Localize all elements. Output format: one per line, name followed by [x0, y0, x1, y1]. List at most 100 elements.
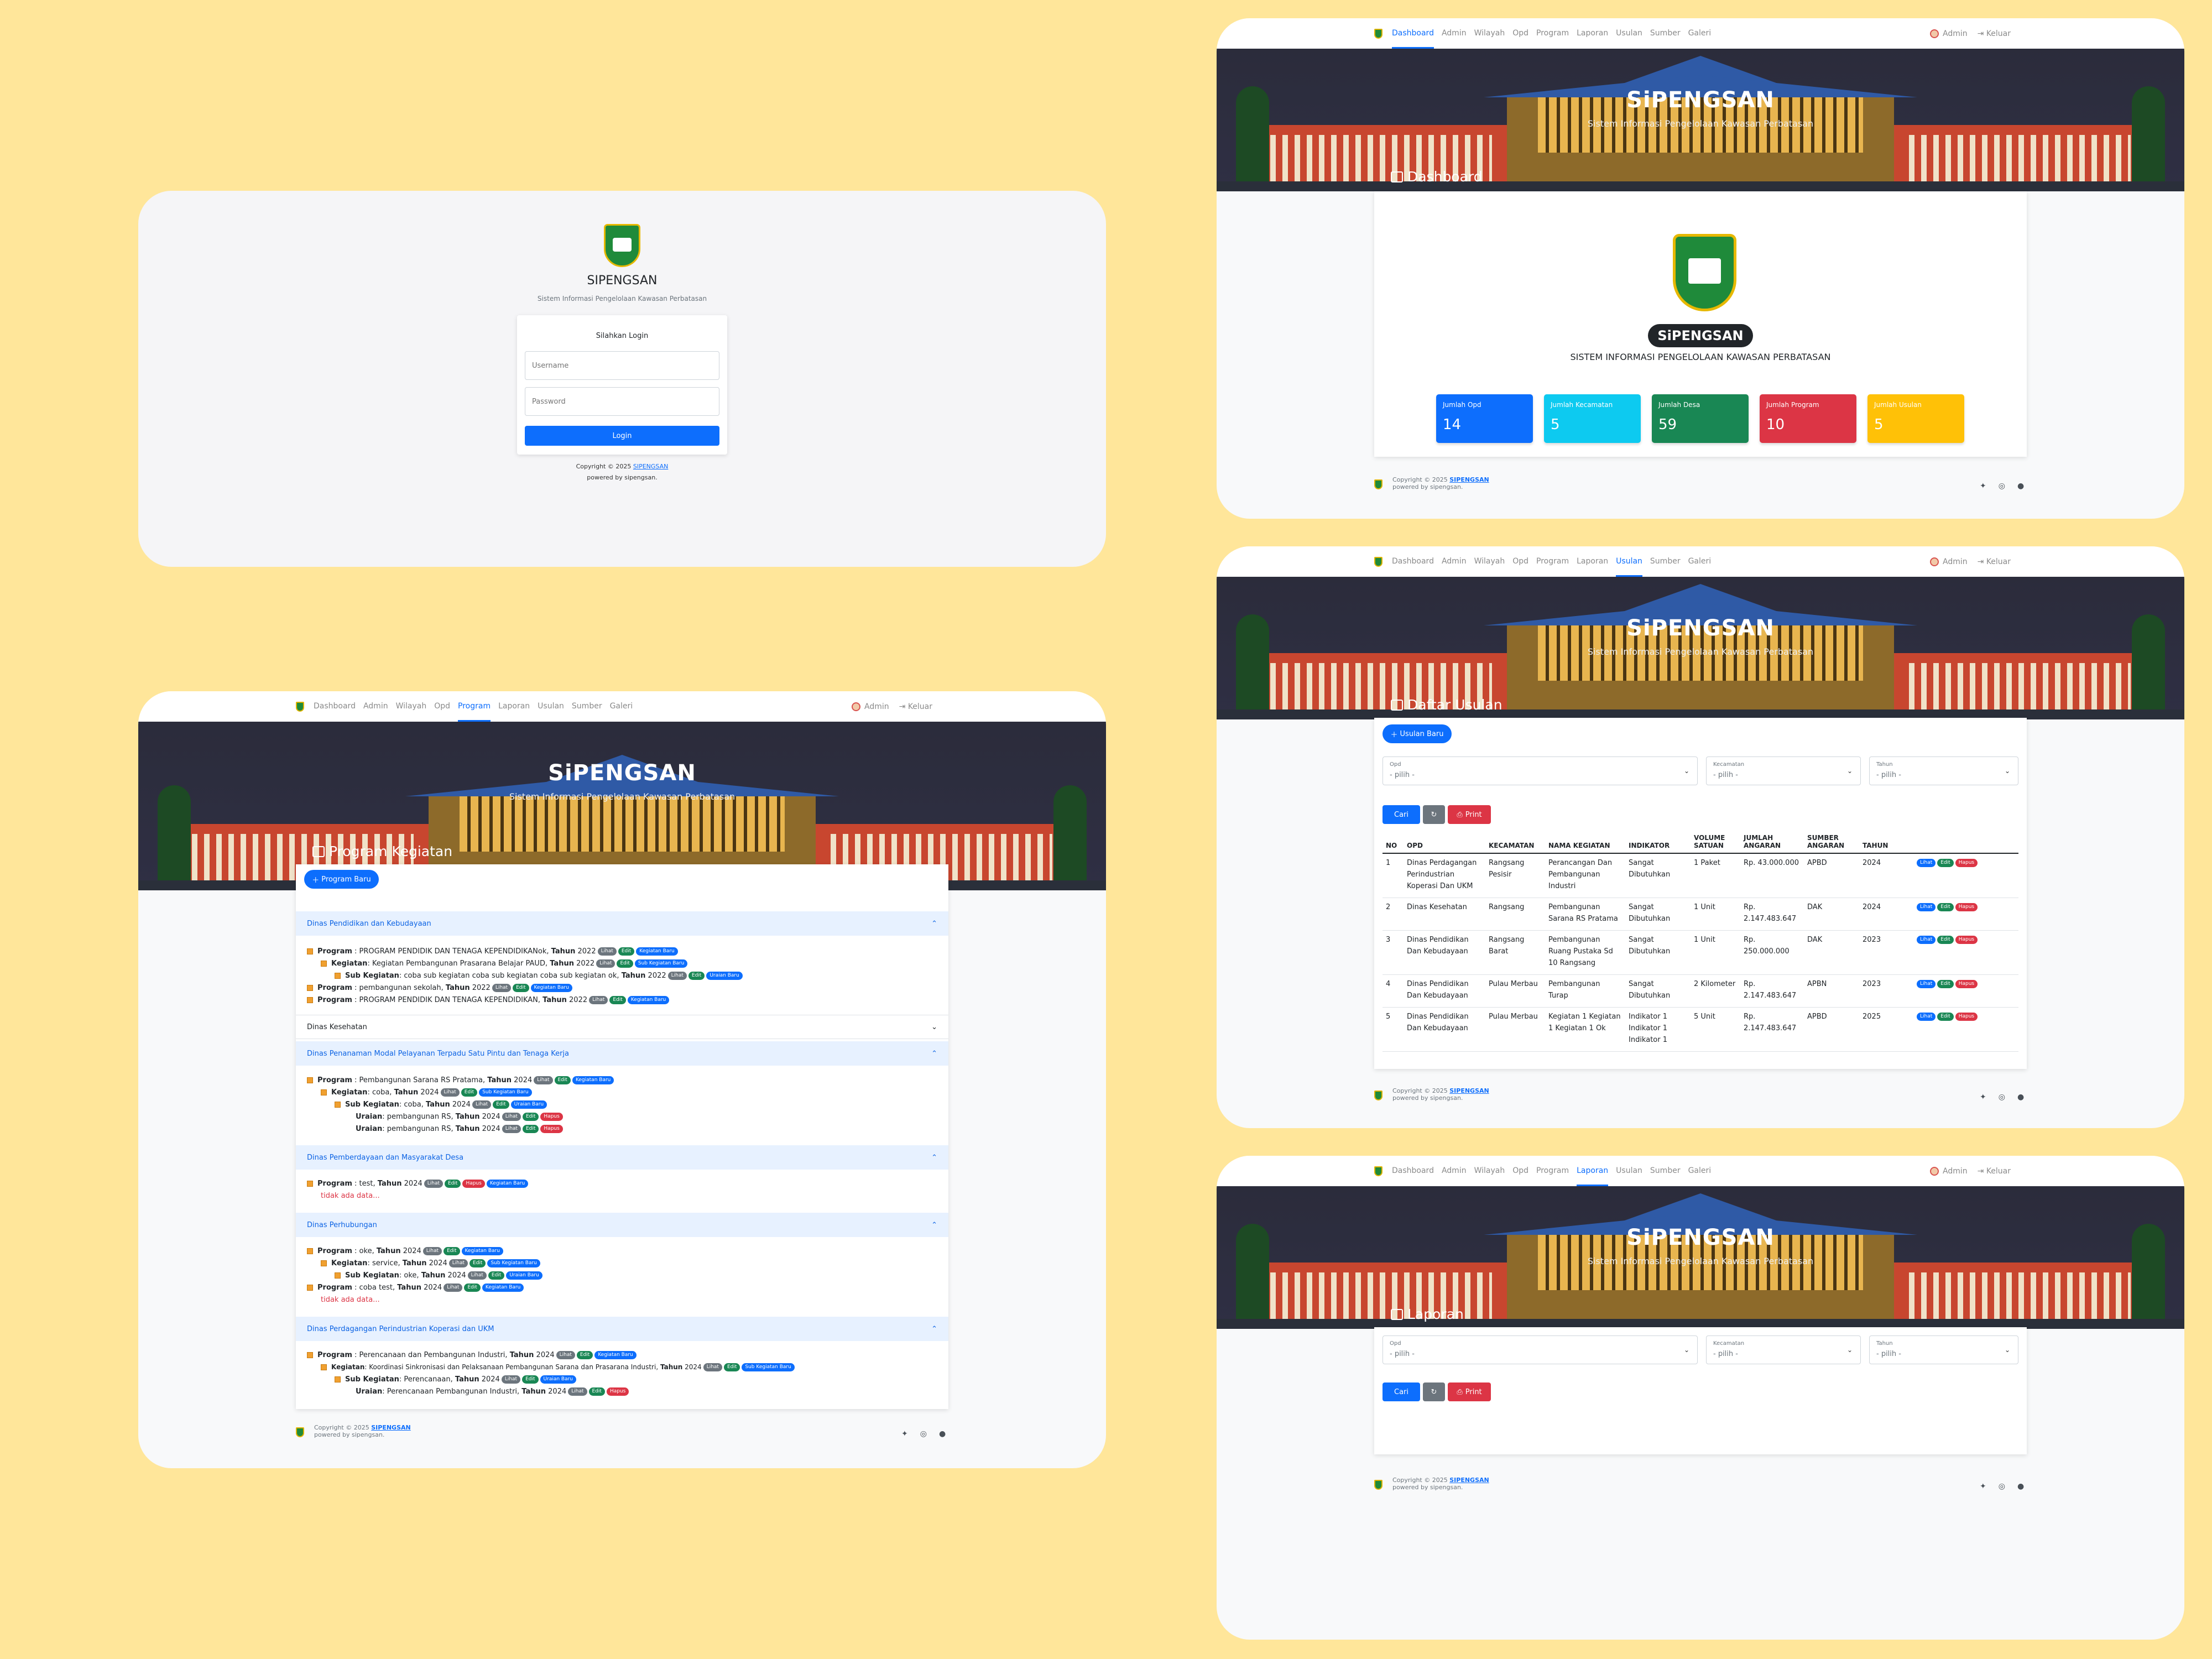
uraian-baru-button[interactable]: Uraian Baru — [706, 972, 743, 980]
nav-sumber[interactable]: Sumber — [1650, 1156, 1681, 1186]
hapus-button[interactable]: Hapus — [1955, 1013, 1978, 1021]
logout-link[interactable]: ⇥ Keluar — [899, 702, 932, 711]
footer-brand-link[interactable]: SIPENGSAN — [1449, 476, 1489, 483]
facebook-icon[interactable]: ● — [2017, 482, 2024, 491]
nav-laporan[interactable]: Laporan — [1577, 546, 1608, 577]
nav-logo[interactable] — [296, 701, 304, 712]
lihat-button[interactable]: Lihat — [1917, 980, 1936, 988]
password-input[interactable] — [525, 387, 719, 416]
nav-laporan[interactable]: Laporan — [1577, 1156, 1609, 1186]
nav-laporan[interactable]: Laporan — [498, 691, 530, 722]
stat-program[interactable]: Jumlah Program 10 — [1760, 394, 1856, 443]
edit-button[interactable]: Edit — [688, 972, 705, 980]
nav-wilayah[interactable]: Wilayah — [1474, 546, 1505, 577]
hapus-button[interactable]: Hapus — [606, 1387, 629, 1396]
user-menu[interactable]: Admin — [1943, 557, 1968, 566]
lihat-button[interactable]: Lihat — [467, 1271, 487, 1280]
minus-icon[interactable] — [335, 1376, 341, 1383]
lihat-button[interactable]: Lihat — [596, 959, 615, 968]
lihat-button[interactable]: Lihat — [472, 1100, 492, 1109]
nav-opd[interactable]: Opd — [434, 691, 450, 722]
minus-icon[interactable] — [307, 997, 313, 1003]
edit-button[interactable]: Edit — [1937, 980, 1954, 988]
edit-button[interactable]: Edit — [576, 1351, 593, 1359]
edit-button[interactable]: Edit — [461, 1088, 478, 1097]
lihat-button[interactable]: Lihat — [502, 1113, 521, 1121]
edit-button[interactable]: Edit — [1937, 903, 1954, 911]
twitter-icon[interactable]: ✦ — [1980, 1482, 1986, 1491]
nav-dashboard[interactable]: Dashboard — [1392, 1156, 1434, 1186]
kegiatan-baru-button[interactable]: Kegiatan Baru — [572, 1076, 614, 1084]
kegiatan-baru-button[interactable]: Kegiatan Baru — [636, 947, 678, 956]
kegiatan-baru-button[interactable]: Kegiatan Baru — [627, 996, 670, 1004]
lihat-button[interactable]: Lihat — [440, 1088, 460, 1097]
print-button[interactable]: ⎙ Print — [1448, 805, 1491, 824]
twitter-icon[interactable]: ✦ — [1980, 482, 1986, 491]
edit-button[interactable]: Edit — [618, 947, 635, 956]
minus-icon[interactable] — [307, 1285, 313, 1291]
stat-kecamatan[interactable]: Jumlah Kecamatan 5 — [1544, 394, 1641, 443]
lihat-button[interactable]: Lihat — [492, 984, 512, 992]
edit-button[interactable]: Edit — [588, 1387, 605, 1396]
nav-logo[interactable] — [1374, 556, 1383, 567]
minus-icon[interactable] — [307, 1077, 313, 1083]
nav-program[interactable]: Program — [1536, 546, 1569, 577]
edit-button[interactable]: Edit — [445, 1180, 461, 1188]
uraian-baru-button[interactable]: Uraian Baru — [506, 1271, 542, 1280]
twitter-icon[interactable]: ✦ — [1980, 1093, 1986, 1102]
print-button[interactable]: ⎙ Print — [1448, 1383, 1491, 1401]
lihat-button[interactable]: Lihat — [589, 996, 608, 1004]
minus-icon[interactable] — [321, 1089, 327, 1095]
accordion-header[interactable]: Dinas Perhubungan ⌃ — [296, 1213, 948, 1237]
kegiatan-baru-button[interactable]: Kegiatan Baru — [594, 1351, 637, 1359]
tahun-select[interactable]: Tahun - pilih - ⌄ — [1869, 757, 2018, 785]
nav-galeri[interactable]: Galeri — [610, 691, 633, 722]
lihat-button[interactable]: Lihat — [1917, 1013, 1936, 1021]
user-menu[interactable]: Admin — [1943, 1167, 1968, 1176]
nav-sumber[interactable]: Sumber — [1650, 18, 1681, 49]
nav-usulan[interactable]: Usulan — [1616, 18, 1642, 49]
edit-button[interactable]: Edit — [522, 1125, 539, 1133]
accordion-header[interactable]: Dinas Kesehatan ⌄ — [296, 1015, 948, 1039]
facebook-icon[interactable]: ● — [939, 1430, 946, 1438]
edit-button[interactable]: Edit — [469, 1259, 486, 1267]
stat-opd[interactable]: Jumlah Opd 14 — [1436, 394, 1533, 443]
lihat-button[interactable]: Lihat — [667, 972, 687, 980]
footer-brand-link[interactable]: SIPENGSAN — [1449, 1477, 1489, 1484]
edit-button[interactable]: Edit — [444, 1247, 460, 1255]
edit-button[interactable]: Edit — [554, 1076, 571, 1084]
lihat-button[interactable]: Lihat — [556, 1351, 575, 1359]
nav-program[interactable]: Program — [458, 691, 491, 722]
sub-kegiatan-baru-button[interactable]: Sub Kegiatan Baru — [742, 1363, 795, 1371]
nav-logo[interactable] — [1374, 1166, 1383, 1176]
lihat-button[interactable]: Lihat — [444, 1284, 463, 1292]
lihat-button[interactable]: Lihat — [1917, 859, 1936, 867]
nav-opd[interactable]: Opd — [1512, 18, 1528, 49]
nav-dashboard[interactable]: Dashboard — [1392, 18, 1434, 49]
edit-button[interactable]: Edit — [617, 959, 633, 968]
lihat-button[interactable]: Lihat — [448, 1259, 468, 1267]
nav-usulan[interactable]: Usulan — [538, 691, 564, 722]
usulan-baru-button[interactable]: ＋ Usulan Baru — [1383, 724, 1452, 743]
kegiatan-baru-button[interactable]: Kegiatan Baru — [486, 1180, 529, 1188]
edit-button[interactable]: Edit — [1937, 859, 1954, 867]
lihat-button[interactable]: Lihat — [597, 947, 617, 956]
facebook-icon[interactable]: ● — [2017, 1093, 2024, 1102]
instagram-icon[interactable]: ◎ — [1999, 1093, 2005, 1102]
refresh-button[interactable]: ↻ — [1423, 805, 1445, 824]
edit-button[interactable]: Edit — [513, 984, 529, 992]
edit-button[interactable]: Edit — [464, 1284, 481, 1292]
lihat-button[interactable]: Lihat — [1917, 903, 1936, 911]
nav-program[interactable]: Program — [1536, 1156, 1569, 1186]
edit-button[interactable]: Edit — [723, 1363, 740, 1371]
sub-kegiatan-baru-button[interactable]: Sub Kegiatan Baru — [634, 959, 688, 968]
username-input[interactable] — [525, 351, 719, 380]
edit-button[interactable]: Edit — [1937, 1013, 1954, 1021]
footer-brand-link[interactable]: SIPENGSAN — [371, 1424, 410, 1431]
kegiatan-baru-button[interactable]: Kegiatan Baru — [482, 1284, 524, 1292]
tahun-select[interactable]: Tahun - pilih - ⌄ — [1869, 1335, 2018, 1364]
nav-dashboard[interactable]: Dashboard — [1392, 546, 1434, 577]
nav-galeri[interactable]: Galeri — [1688, 546, 1712, 577]
logout-link[interactable]: ⇥ Keluar — [1978, 1167, 2011, 1176]
hapus-button[interactable]: Hapus — [1955, 980, 1978, 988]
